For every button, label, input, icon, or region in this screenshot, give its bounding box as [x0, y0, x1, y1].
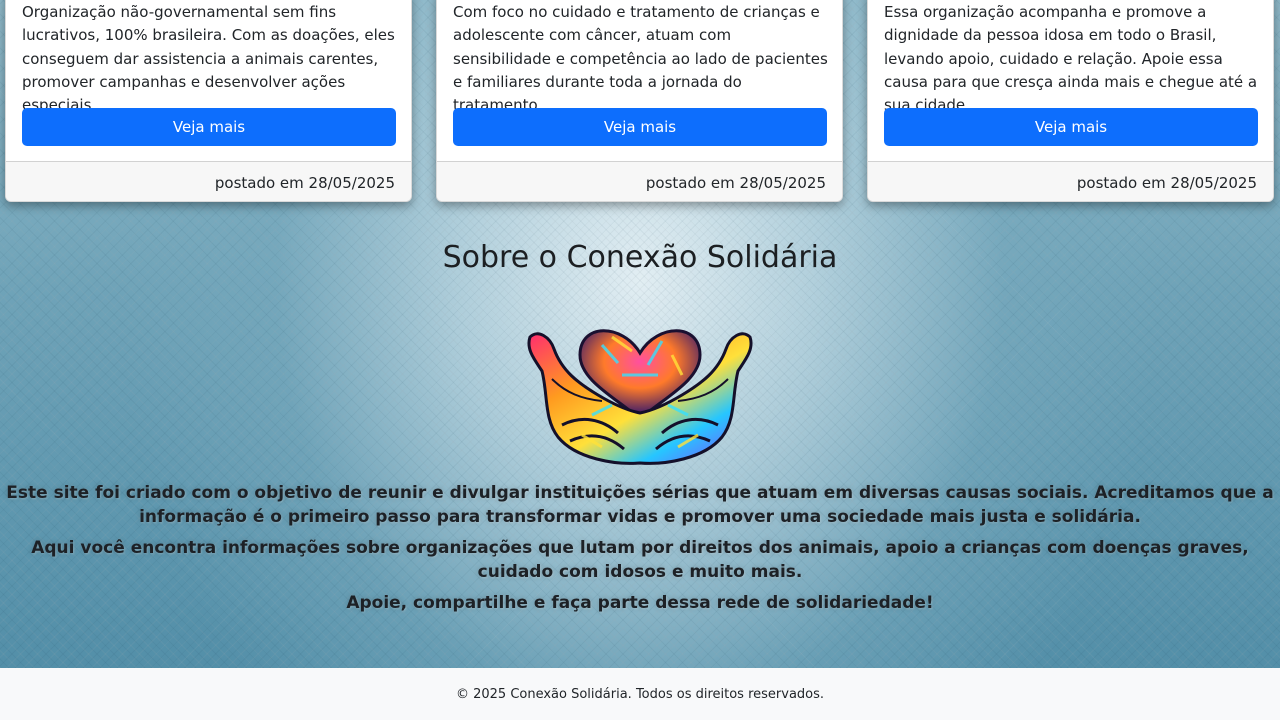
posted-date: postado em 28/05/2025 — [214, 173, 395, 192]
institution-cards: Organização não-governamental sem fins l… — [0, 0, 1280, 202]
card-description: Organização não-governamental sem fins l… — [22, 3, 395, 115]
card-description: Essa organização acompanha e promove a d… — [884, 3, 1258, 115]
posted-date: postado em 28/05/2025 — [645, 173, 826, 192]
about-paragraph: Este site foi criado com o objetivo de r… — [6, 483, 1274, 527]
card-children-cancer: Com foco no cuidado e tratamento de cria… — [436, 0, 843, 202]
card-description: Com foco no cuidado e tratamento de cria… — [453, 3, 828, 115]
site-footer: © 2025 Conexão Solidária. Todos os direi… — [0, 668, 1280, 720]
see-more-button[interactable]: Veja mais — [884, 108, 1258, 146]
card-footer: postado em 28/05/2025 — [6, 161, 411, 201]
copyright-text: © 2025 Conexão Solidária. Todos os direi… — [455, 686, 825, 702]
about-paragraph: Aqui você encontra informações sobre org… — [31, 538, 1249, 582]
about-title: Sobre o Conexão Solidária — [442, 240, 838, 275]
card-footer: postado em 28/05/2025 — [868, 161, 1273, 201]
colorful-hands-heart-icon — [522, 315, 758, 467]
card-footer: postado em 28/05/2025 — [437, 161, 842, 201]
see-more-button[interactable]: Veja mais — [453, 108, 827, 146]
card-elderly: Essa organização acompanha e promove a d… — [867, 0, 1274, 202]
card-animals: Organização não-governamental sem fins l… — [5, 0, 412, 202]
posted-date: postado em 28/05/2025 — [1076, 173, 1257, 192]
about-paragraph: Apoie, compartilhe e faça parte dessa re… — [346, 593, 934, 613]
about-description: Este site foi criado com o objetivo de r… — [0, 482, 1280, 624]
see-more-button[interactable]: Veja mais — [22, 108, 396, 146]
